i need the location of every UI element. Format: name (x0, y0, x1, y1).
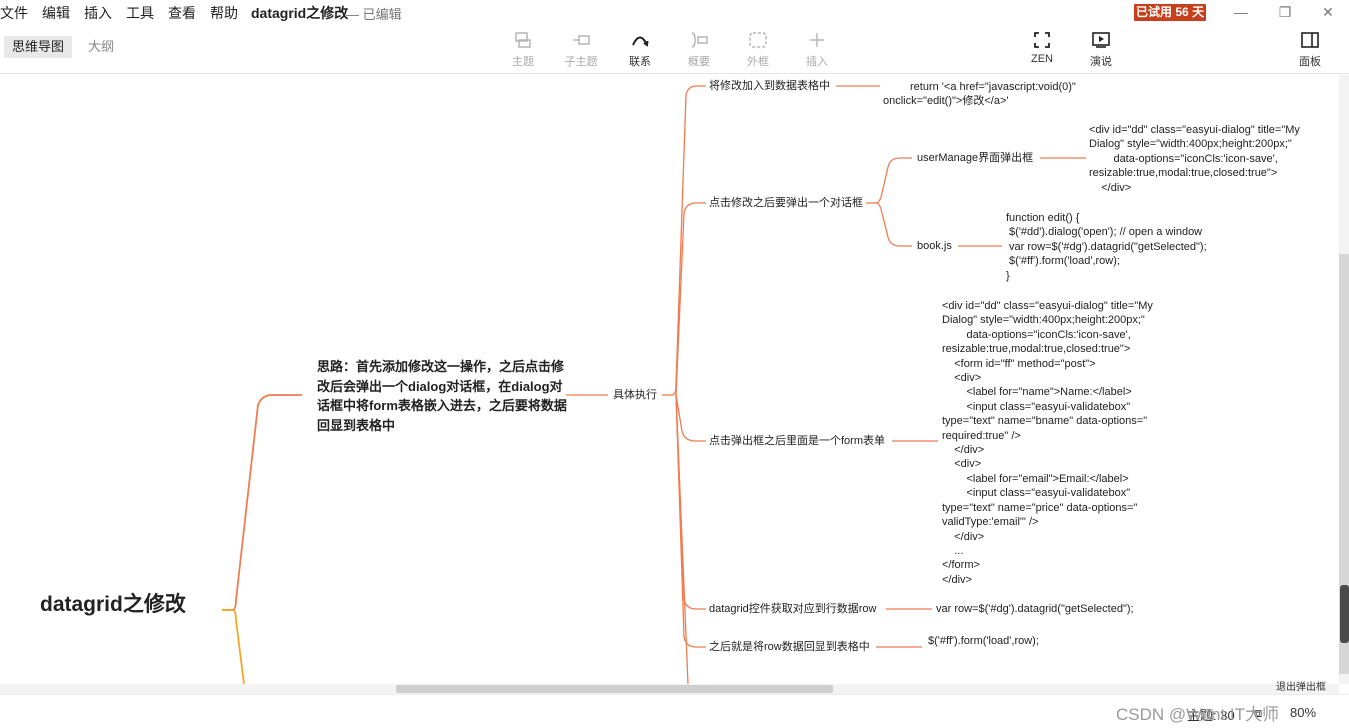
code-form-load: $('#ff').form('load',row); (928, 635, 1039, 647)
restore-button[interactable]: ❐ (1270, 2, 1300, 22)
subtopic-icon (573, 35, 590, 45)
relationship-icon (632, 36, 649, 47)
boundary-icon (749, 32, 767, 48)
boundary-label: 外框 (747, 56, 769, 68)
code-dialog-div: <div id="dd" class="easyui-dialog" title… (1089, 124, 1300, 194)
insert-label: 插入 (806, 56, 828, 68)
subtopic-usermanage-dialog[interactable]: userManage界面弹出框 (917, 151, 1033, 165)
summary-icon (691, 32, 708, 48)
subtopic-book-js[interactable]: book.js (917, 239, 952, 253)
branch-add-to-datagrid[interactable]: 将修改加入到数据表格中 (709, 79, 830, 93)
menu-edit[interactable]: 编辑 (42, 3, 70, 23)
zen-button[interactable]: ZEN (1020, 30, 1064, 65)
tab-outline[interactable]: 大纲 (80, 36, 122, 58)
relationship-label: 联系 (629, 56, 651, 68)
subtopic-button[interactable]: 子主题 (559, 30, 603, 69)
summary-button[interactable]: 概要 (677, 30, 721, 69)
menu-tools[interactable]: 工具 (126, 3, 154, 23)
menu-help[interactable]: 帮助 (210, 3, 238, 23)
code-get-selected: var row=$('#dg').datagrid("getSelected")… (936, 603, 1134, 615)
code-edit-function: function edit() { $('#dd').dialog('open'… (1006, 212, 1207, 282)
close-button[interactable]: ✕ (1313, 2, 1343, 22)
boundary-button[interactable]: 外框 (736, 30, 780, 69)
zoom-level[interactable]: 80% (1290, 705, 1316, 720)
menu-view[interactable]: 查看 (168, 3, 196, 23)
insert-icon (810, 33, 824, 47)
branch-open-dialog[interactable]: 点击修改之后要弹出一个对话框 (709, 196, 863, 210)
menu-file[interactable]: 文件 (0, 3, 28, 23)
topic-icon (515, 32, 531, 48)
pitch-label: 演说 (1090, 56, 1112, 68)
pitch-icon (1092, 32, 1110, 48)
document-status: — 已编辑 (346, 7, 402, 22)
relationship-button[interactable]: 联系 (618, 30, 662, 69)
code-return-link: return '<a href="javascript:void(0)" onc… (883, 81, 1076, 108)
zen-icon (1034, 32, 1050, 48)
root-topic[interactable]: datagrid之修改 (40, 594, 186, 615)
pitch-button[interactable]: 演说 (1079, 30, 1123, 69)
mindmap-canvas[interactable]: datagrid之修改 思路：首先添加修改这一操作，之后点击修改后会弹出一个di… (0, 75, 1339, 684)
minimize-button[interactable]: — (1226, 2, 1256, 22)
tab-mindmap[interactable]: 思维导图 (4, 36, 73, 58)
branch-get-selected-row[interactable]: datagrid控件获取对应到行数据row (709, 602, 876, 616)
summary-label: 概要 (688, 56, 710, 68)
branch-form-in-dialog[interactable]: 点击弹出框之后里面是一个form表单 (709, 434, 885, 448)
menu-insert[interactable]: 插入 (84, 3, 112, 23)
zen-label: ZEN (1031, 53, 1053, 65)
partial-node-label: 退出弹出框 (1276, 682, 1326, 693)
watermark: CSDN @Want IT大师 (1116, 705, 1280, 724)
subtopic-label: 子主题 (564, 56, 598, 68)
panel-icon (1301, 32, 1319, 48)
toolbar: 思维导图 大纲 主题 子主题 联系 概要 外框 插入 ZEN 演说 面板 (0, 24, 1349, 74)
menu-bar: 文件 编辑 插入 工具 查看 帮助 datagrid之修改 — 已编辑 已试用 … (0, 0, 1349, 24)
side-panel-handle[interactable] (1340, 585, 1349, 643)
topic-label: 主题 (512, 56, 534, 68)
horizontal-scroll-thumb[interactable] (396, 685, 833, 693)
insert-button[interactable]: 插入 (795, 30, 839, 69)
execute-topic[interactable]: 具体执行 (613, 388, 657, 402)
document-title: datagrid之修改 (251, 5, 349, 21)
code-dialog-form: <div id="dd" class="easyui-dialog" title… (942, 300, 1153, 586)
main-topic[interactable]: 思路：首先添加修改这一操作，之后点击修改后会弹出一个dialog对话框，在dia… (317, 357, 567, 435)
panel-label: 面板 (1299, 56, 1321, 68)
topic-button[interactable]: 主题 (501, 30, 545, 69)
branch-load-row-to-form[interactable]: 之后就是将row数据回显到表格中 (709, 640, 870, 654)
trial-badge[interactable]: 已试用 56 天 (1134, 4, 1206, 21)
panel-button[interactable]: 面板 (1288, 30, 1332, 69)
